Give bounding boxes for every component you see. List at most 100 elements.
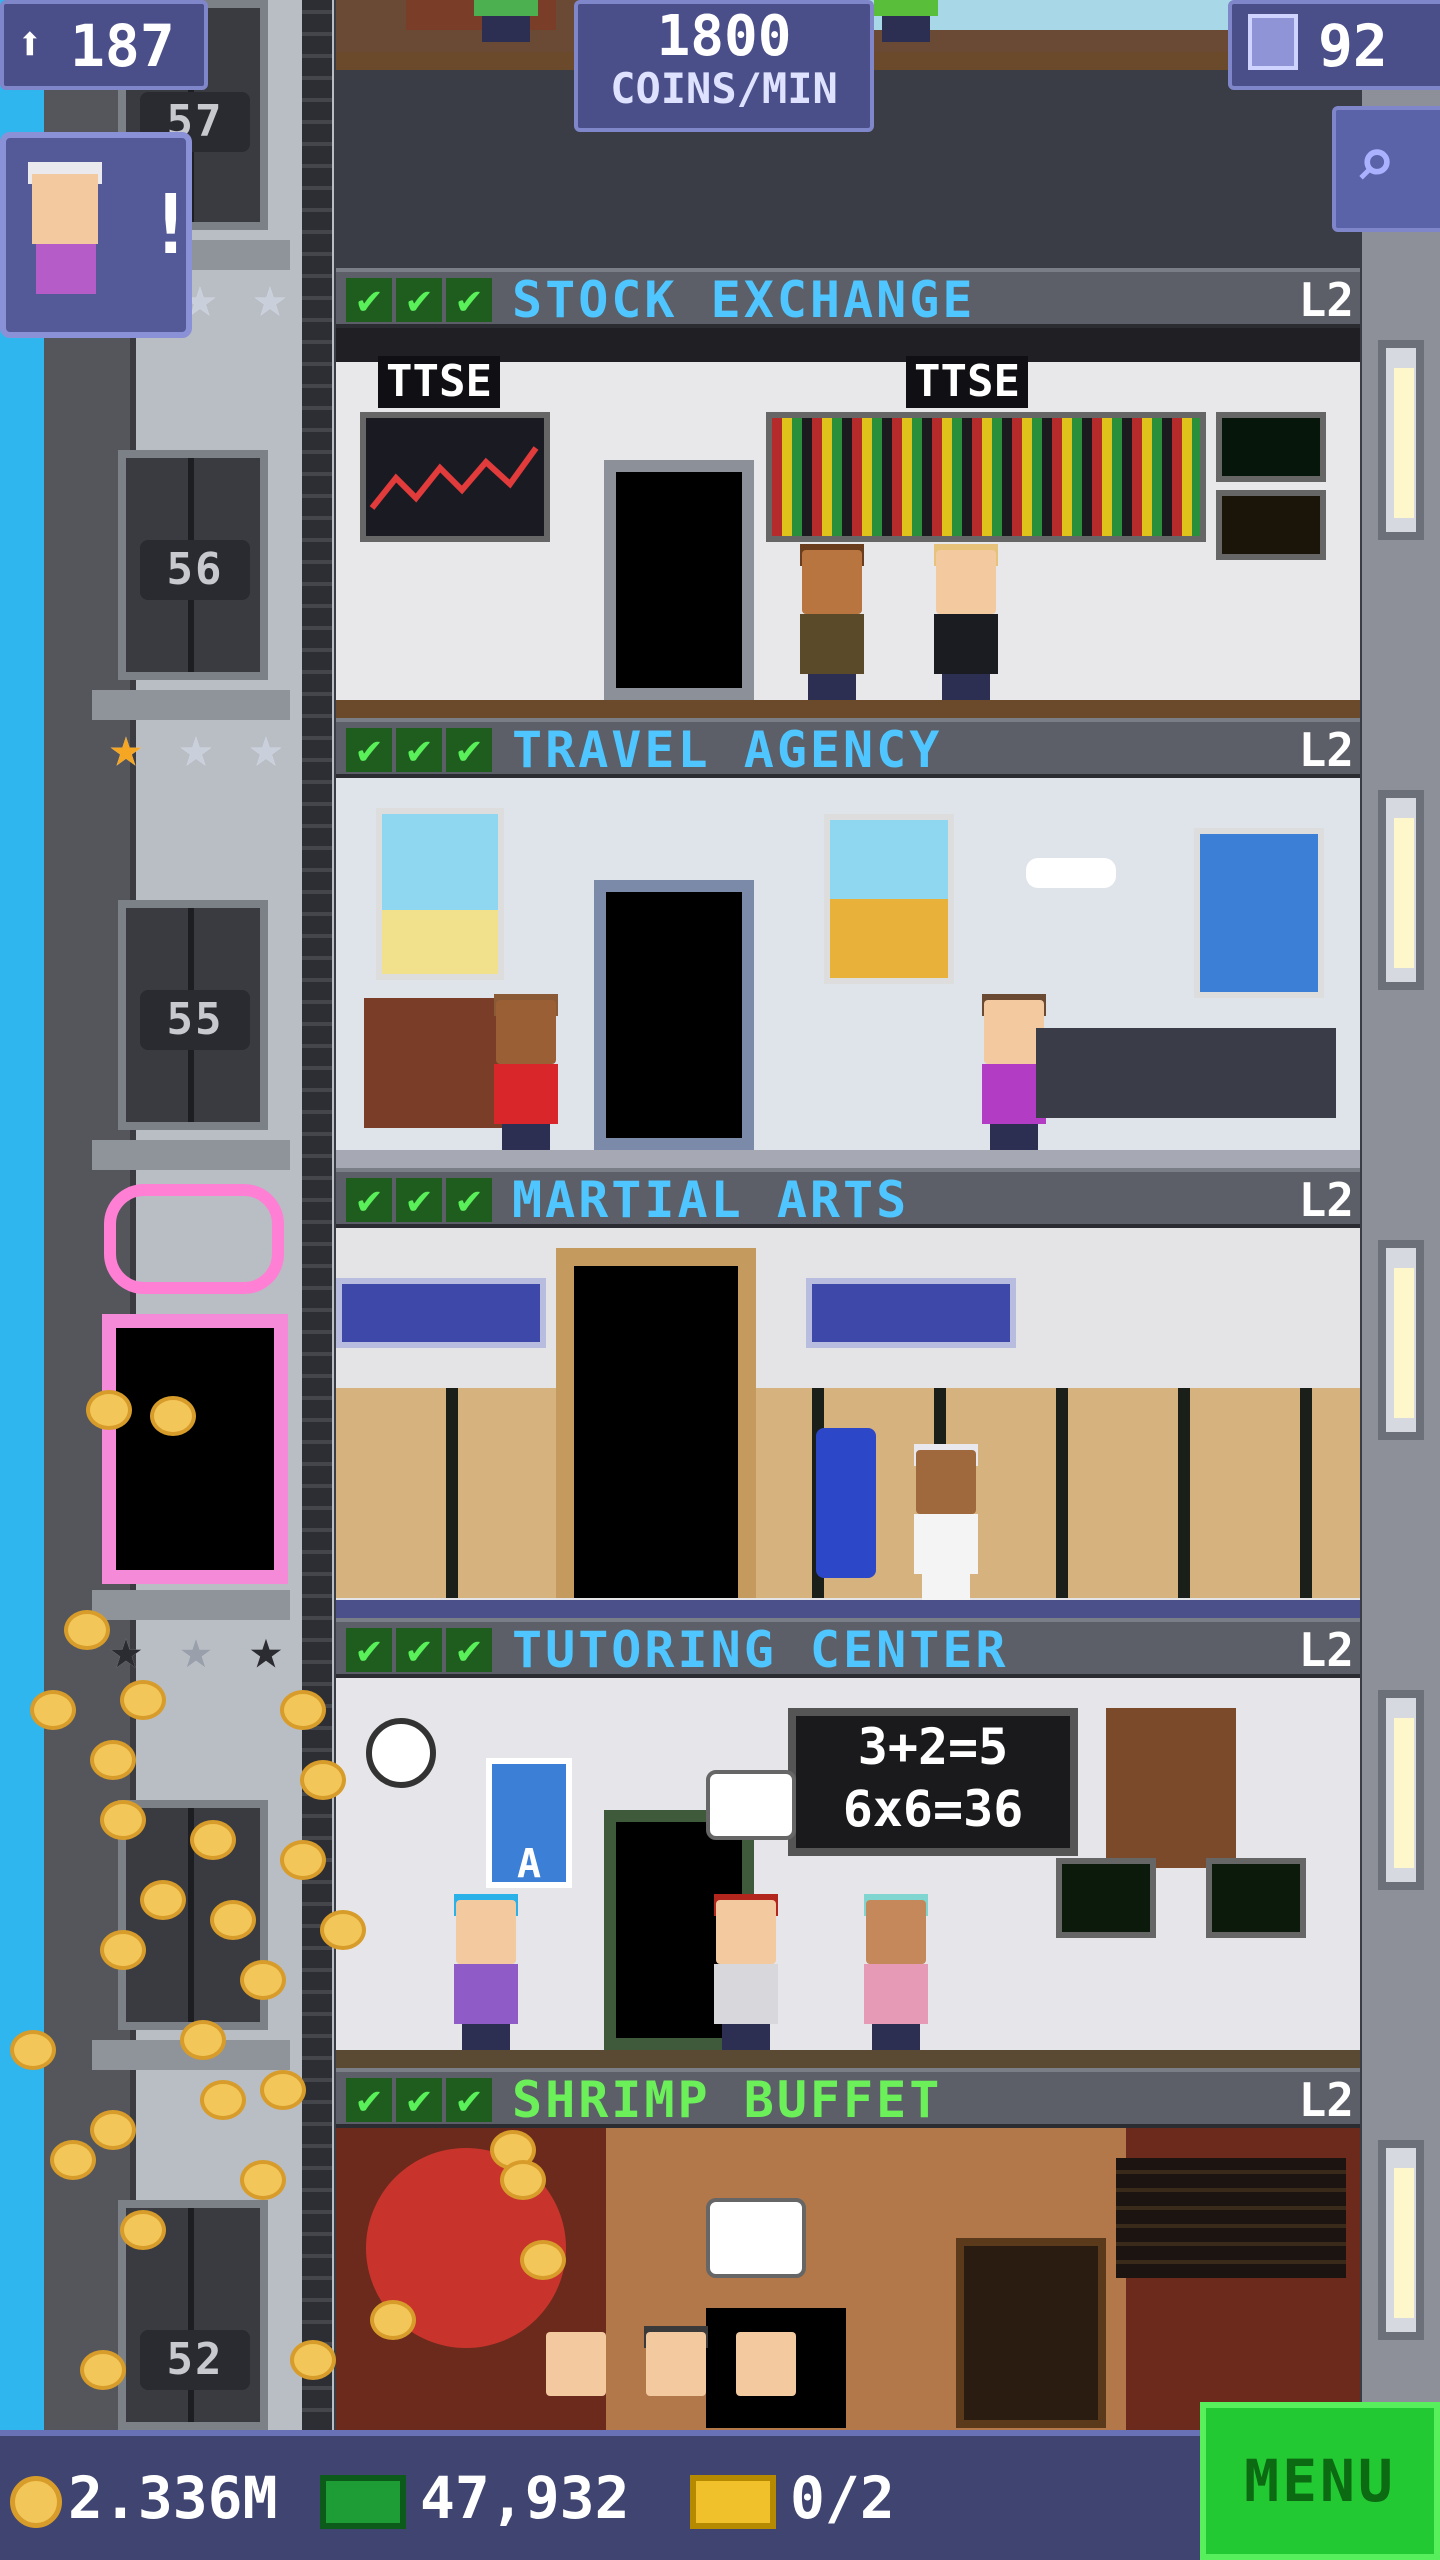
- coin-icon: [320, 1910, 366, 1950]
- bitizen-legs: [722, 2024, 770, 2050]
- floor-rating-stars: ★ ★ ★: [96, 1620, 296, 1684]
- coin-icon: [10, 2475, 62, 2528]
- coin-icon: [500, 2160, 546, 2200]
- room-martial-arts: [336, 1228, 1360, 1618]
- vip-tickets[interactable]: 0/2: [690, 2462, 895, 2534]
- window-light: [1394, 2168, 1414, 2318]
- population-badge[interactable]: ⬆ 187: [0, 0, 208, 90]
- check-icon: ✔: [446, 1628, 492, 1672]
- check-icon: ✔: [346, 2078, 392, 2122]
- bitizen-head: [936, 550, 996, 614]
- bridge-poster: [1194, 828, 1324, 998]
- bitizen-face: [32, 174, 98, 244]
- coin-icon: [100, 1930, 146, 1970]
- bitizen-karate[interactable]: [906, 1444, 986, 1600]
- magnifier-icon: ⌕: [1354, 122, 1397, 204]
- floor-name: STOCK EXCHANGE: [512, 271, 976, 329]
- shrimp-thought-bubble-icon[interactable]: [706, 2198, 806, 2278]
- ttse-sign: TTSE: [378, 356, 500, 408]
- floor-name: TRAVEL AGENCY: [512, 721, 943, 779]
- bitizen[interactable]: [486, 994, 566, 1150]
- check-icon: ✔: [346, 728, 392, 772]
- gift-box-elevator[interactable]: [96, 1184, 294, 1604]
- menu-button[interactable]: MENU: [1200, 2402, 1440, 2560]
- floor-door: [594, 880, 754, 1150]
- bitizen-trader[interactable]: [926, 544, 1006, 700]
- kitchen-door: [956, 2238, 1106, 2428]
- bitizen-head: [496, 1000, 556, 1064]
- bitizen[interactable]: [536, 2332, 616, 2412]
- zoom-button[interactable]: ⌕: [1332, 106, 1440, 232]
- coin-icon: [260, 2070, 306, 2110]
- star-icon: ★: [179, 715, 213, 780]
- travel-checks: ✔ ✔ ✔: [346, 728, 492, 772]
- thought-bubble-icon[interactable]: [706, 1770, 796, 1840]
- tickets-value: 0/2: [790, 2464, 895, 2532]
- check-icon: ✔: [396, 2078, 442, 2122]
- coins-rate-value: 1800: [656, 4, 792, 69]
- check-icon: ✔: [446, 1178, 492, 1222]
- coin-icon: [10, 2030, 56, 2070]
- floor-tutoring-center[interactable]: ✔ ✔ ✔ TUTORING CENTER L2 A 3+2=5 6x6=36: [336, 1618, 1360, 2068]
- bitizen[interactable]: [446, 1894, 526, 2050]
- bitizen[interactable]: [726, 2332, 806, 2412]
- computer-screen: [1206, 1858, 1306, 1938]
- bitizen-trader[interactable]: [792, 544, 872, 700]
- floor-travel-agency[interactable]: ✔ ✔ ✔ TRAVEL AGENCY L2: [336, 718, 1360, 1168]
- agent-desk: [1036, 1028, 1336, 1118]
- floors-count-badge[interactable]: 92: [1228, 0, 1440, 90]
- room-floor: [336, 1600, 1360, 1618]
- airplane-icon: [1026, 858, 1116, 888]
- bitizen-head: [802, 550, 862, 614]
- bitizen-body: [800, 614, 864, 674]
- bitizen-student[interactable]: [706, 1894, 786, 2050]
- bitizen-shirt: [36, 244, 96, 294]
- coins-per-minute-badge: 1800 COINS/MIN: [574, 0, 874, 132]
- bitizen[interactable]: [466, 0, 546, 42]
- bitizen-tutor[interactable]: [856, 1894, 936, 2050]
- sky-background: [0, 0, 44, 2560]
- room-travel-agency: [336, 778, 1360, 1168]
- bitizen-head: [866, 1900, 926, 1964]
- bitizen[interactable]: [636, 2326, 716, 2412]
- bitizen[interactable]: [866, 0, 946, 42]
- bitizen-body: [914, 1514, 978, 1574]
- window-light: [1394, 1718, 1414, 1868]
- window-light: [1394, 368, 1414, 518]
- bitizen-head: [736, 2332, 796, 2396]
- check-icon: ✔: [396, 278, 442, 322]
- bitizen-body: [474, 0, 538, 16]
- population-value: 187: [70, 12, 175, 80]
- gift-bow: [104, 1184, 284, 1294]
- coin-icon: [200, 2080, 246, 2120]
- bux-icon: [320, 2474, 406, 2529]
- coin-icon: [90, 2110, 136, 2150]
- star-icon: ★: [249, 715, 283, 780]
- martial-checks: ✔ ✔ ✔: [346, 1178, 492, 1222]
- exclamation-icon: !: [146, 178, 196, 273]
- window-light: [1394, 818, 1414, 968]
- gift-frame: [102, 1314, 288, 1584]
- bitizen-head: [984, 1000, 1044, 1064]
- building-icon: [1248, 14, 1298, 70]
- coin-icon: [64, 1610, 110, 1650]
- floor-stock-exchange[interactable]: ✔ ✔ ✔ STOCK EXCHANGE L2 TTSE TTSE: [336, 268, 1360, 718]
- floor-name: SHRIMP BUFFET: [512, 2071, 943, 2129]
- check-icon: ✔: [396, 1178, 442, 1222]
- bitizen-alert-button[interactable]: !: [0, 132, 196, 338]
- bitizen-head: [646, 2332, 706, 2396]
- floor-shrimp-buffet[interactable]: ✔ ✔ ✔ SHRIMP BUFFET L2: [336, 2068, 1360, 2430]
- computer-screen: [1056, 1858, 1156, 1938]
- chalkboard: 3+2=5 6x6=36: [788, 1708, 1078, 1856]
- torii-gate-door: [556, 1248, 756, 1598]
- floor-martial-arts[interactable]: ✔ ✔ ✔ MARTIAL ARTS L2: [336, 1168, 1360, 1618]
- coin-icon: [80, 2350, 126, 2390]
- coin-icon: [100, 1800, 146, 1840]
- coin-icon: [370, 2300, 416, 2340]
- bux-balance[interactable]: 47,932: [320, 2462, 630, 2534]
- floor-name: TUTORING CENTER: [512, 1621, 1009, 1679]
- coins-balance[interactable]: 2.336M: [10, 2462, 278, 2534]
- coin-icon: [240, 1960, 286, 2000]
- floor-rating-stars: ★ ★ ★: [96, 718, 296, 782]
- bitizen-head: [456, 1900, 516, 1964]
